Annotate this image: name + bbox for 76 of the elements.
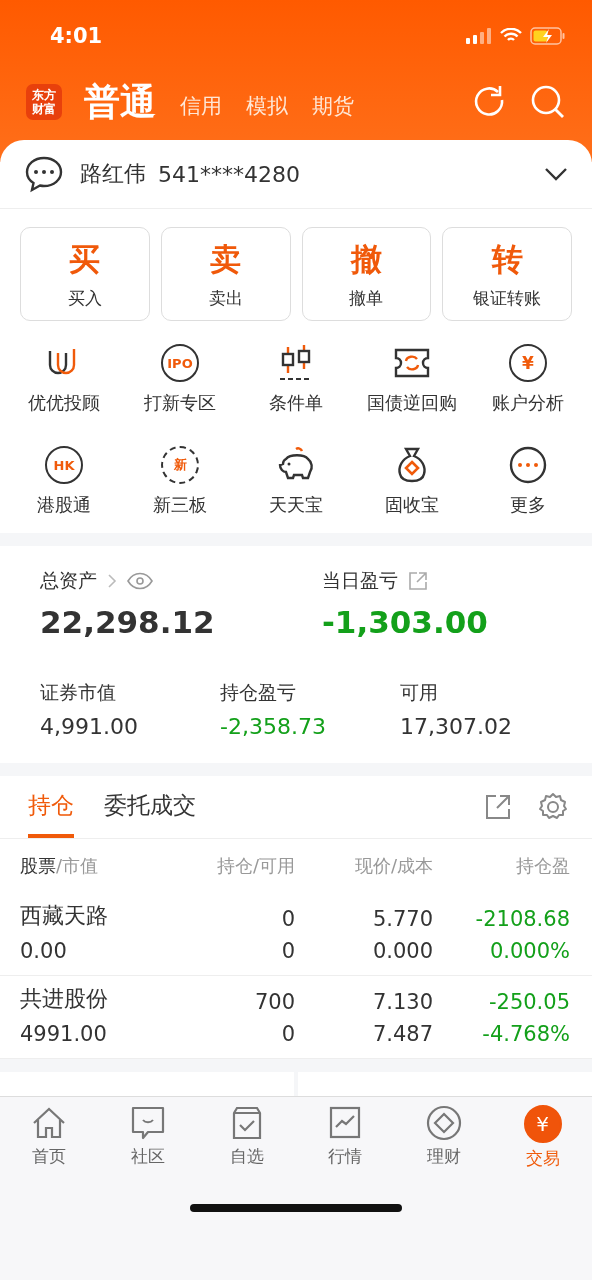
tab-bar-item[interactable]: 自选 <box>197 1105 296 1170</box>
daily-pnl-label: 当日盈亏 <box>322 568 398 593</box>
chevron-down-icon[interactable] <box>544 167 568 181</box>
stat-value: 4,991.00 <box>40 714 139 739</box>
trade-button[interactable]: 卖 卖出 <box>160 227 291 321</box>
shortcut-item[interactable]: 新 新三板 <box>122 437 238 517</box>
tab-bar-item[interactable]: 社区 <box>98 1105 198 1170</box>
shortcut-item[interactable]: IPO 打新专区 <box>122 335 238 415</box>
share-icon[interactable] <box>484 793 512 821</box>
trade-button[interactable]: 买 买入 <box>20 227 150 321</box>
position-pnl: -250.05 <box>488 990 570 1014</box>
shortcut-item[interactable]: ¥ 账户分析 <box>470 335 586 415</box>
position-pnl-percent: -4.768% <box>482 1022 570 1046</box>
share-icon[interactable] <box>408 571 428 591</box>
more-icon <box>508 445 548 485</box>
position-row[interactable]: 共进股份 4991.00 700 0 7.130 7.487 -250.05 -4.768% <box>0 976 592 1059</box>
yen-circle-icon: ¥ <box>523 1105 562 1143</box>
trade-button[interactable]: 撤 撤单 <box>301 227 432 321</box>
battery-icon <box>530 27 566 45</box>
circle-badge-icon: IPO <box>161 344 199 382</box>
shortcut-item[interactable]: 固收宝 <box>354 437 470 517</box>
current-price: 5.770 <box>372 907 433 931</box>
stat-value: 17,307.02 <box>400 714 512 739</box>
cycle-badge-icon: 新 <box>161 446 199 484</box>
eye-icon[interactable] <box>127 572 153 590</box>
available-qty: 0 <box>281 1022 295 1046</box>
total-assets-value: 22,298.12 <box>40 604 216 640</box>
shortcut-item[interactable]: 更多 <box>470 437 586 517</box>
position-tab[interactable]: 委托成交 <box>104 776 196 838</box>
tab-bar-item[interactable]: 行情 <box>296 1105 395 1170</box>
column-subheader: /市值 <box>56 854 99 878</box>
market-value: 4991.00 <box>20 1022 108 1046</box>
column-header: 股票 <box>20 854 56 878</box>
available-qty: 0 <box>281 939 295 963</box>
stock-name: 共进股份 <box>20 985 109 1013</box>
stat-label: 可用 <box>400 680 439 705</box>
chat-icon <box>24 155 64 193</box>
chat-bubble-icon <box>130 1105 166 1141</box>
cost-price: 7.487 <box>372 1022 433 1046</box>
status-time: 4:01 <box>50 24 104 48</box>
column-header: 现价/成本 <box>354 854 433 878</box>
current-price: 7.130 <box>372 990 433 1014</box>
shortcut-item[interactable]: 条件单 <box>238 335 354 415</box>
settings-icon[interactable] <box>538 792 568 822</box>
yen-circle-icon: ¥ <box>509 344 547 382</box>
column-header: 持仓盈 <box>516 854 570 878</box>
position-pnl-percent: 0.000% <box>489 939 570 963</box>
market-value: 0.00 <box>20 939 68 963</box>
account-number: 541****4280 <box>158 161 300 187</box>
holding-qty: 0 <box>281 907 295 931</box>
holding-qty: 700 <box>254 990 295 1014</box>
position-row[interactable]: 西藏天路 0.00 0 0 5.770 0.000 -2108.68 0.000% <box>0 893 592 976</box>
tab-bar-item[interactable]: ¥ 交易 <box>493 1105 592 1170</box>
app-logo: 东方 财富 <box>26 84 62 120</box>
daily-pnl-value: -1,303.00 <box>322 604 489 640</box>
position-pnl: -2108.68 <box>475 907 570 931</box>
shortcut-item[interactable]: 国债逆回购 <box>354 335 470 415</box>
account-name: 路红伟 <box>80 160 146 188</box>
stat-label: 持仓盈亏 <box>220 680 297 705</box>
shortcut-item[interactable]: HK 港股通 <box>6 437 122 517</box>
trade-button[interactable]: 转 银证转账 <box>442 227 572 321</box>
tab-bar-item[interactable]: 理财 <box>394 1105 494 1170</box>
stat-value: -2,358.73 <box>220 714 327 739</box>
cost-price: 0.000 <box>372 939 433 963</box>
signal-icon <box>466 28 492 44</box>
shortcut-item[interactable]: 优优投顾 <box>6 335 122 415</box>
tab-bar-item[interactable]: 首页 <box>0 1105 99 1170</box>
search-icon[interactable] <box>530 84 566 120</box>
column-header: 持仓/可用 <box>216 854 295 878</box>
circle-badge-icon: HK <box>45 446 83 484</box>
stock-name: 西藏天路 <box>20 902 109 930</box>
diamond-circle-icon <box>426 1105 462 1141</box>
chevron-right-icon[interactable] <box>107 573 117 589</box>
shortcut-item[interactable]: 天天宝 <box>238 437 354 517</box>
total-assets-label: 总资产 <box>40 568 97 593</box>
stat-label: 证券市值 <box>40 680 117 705</box>
